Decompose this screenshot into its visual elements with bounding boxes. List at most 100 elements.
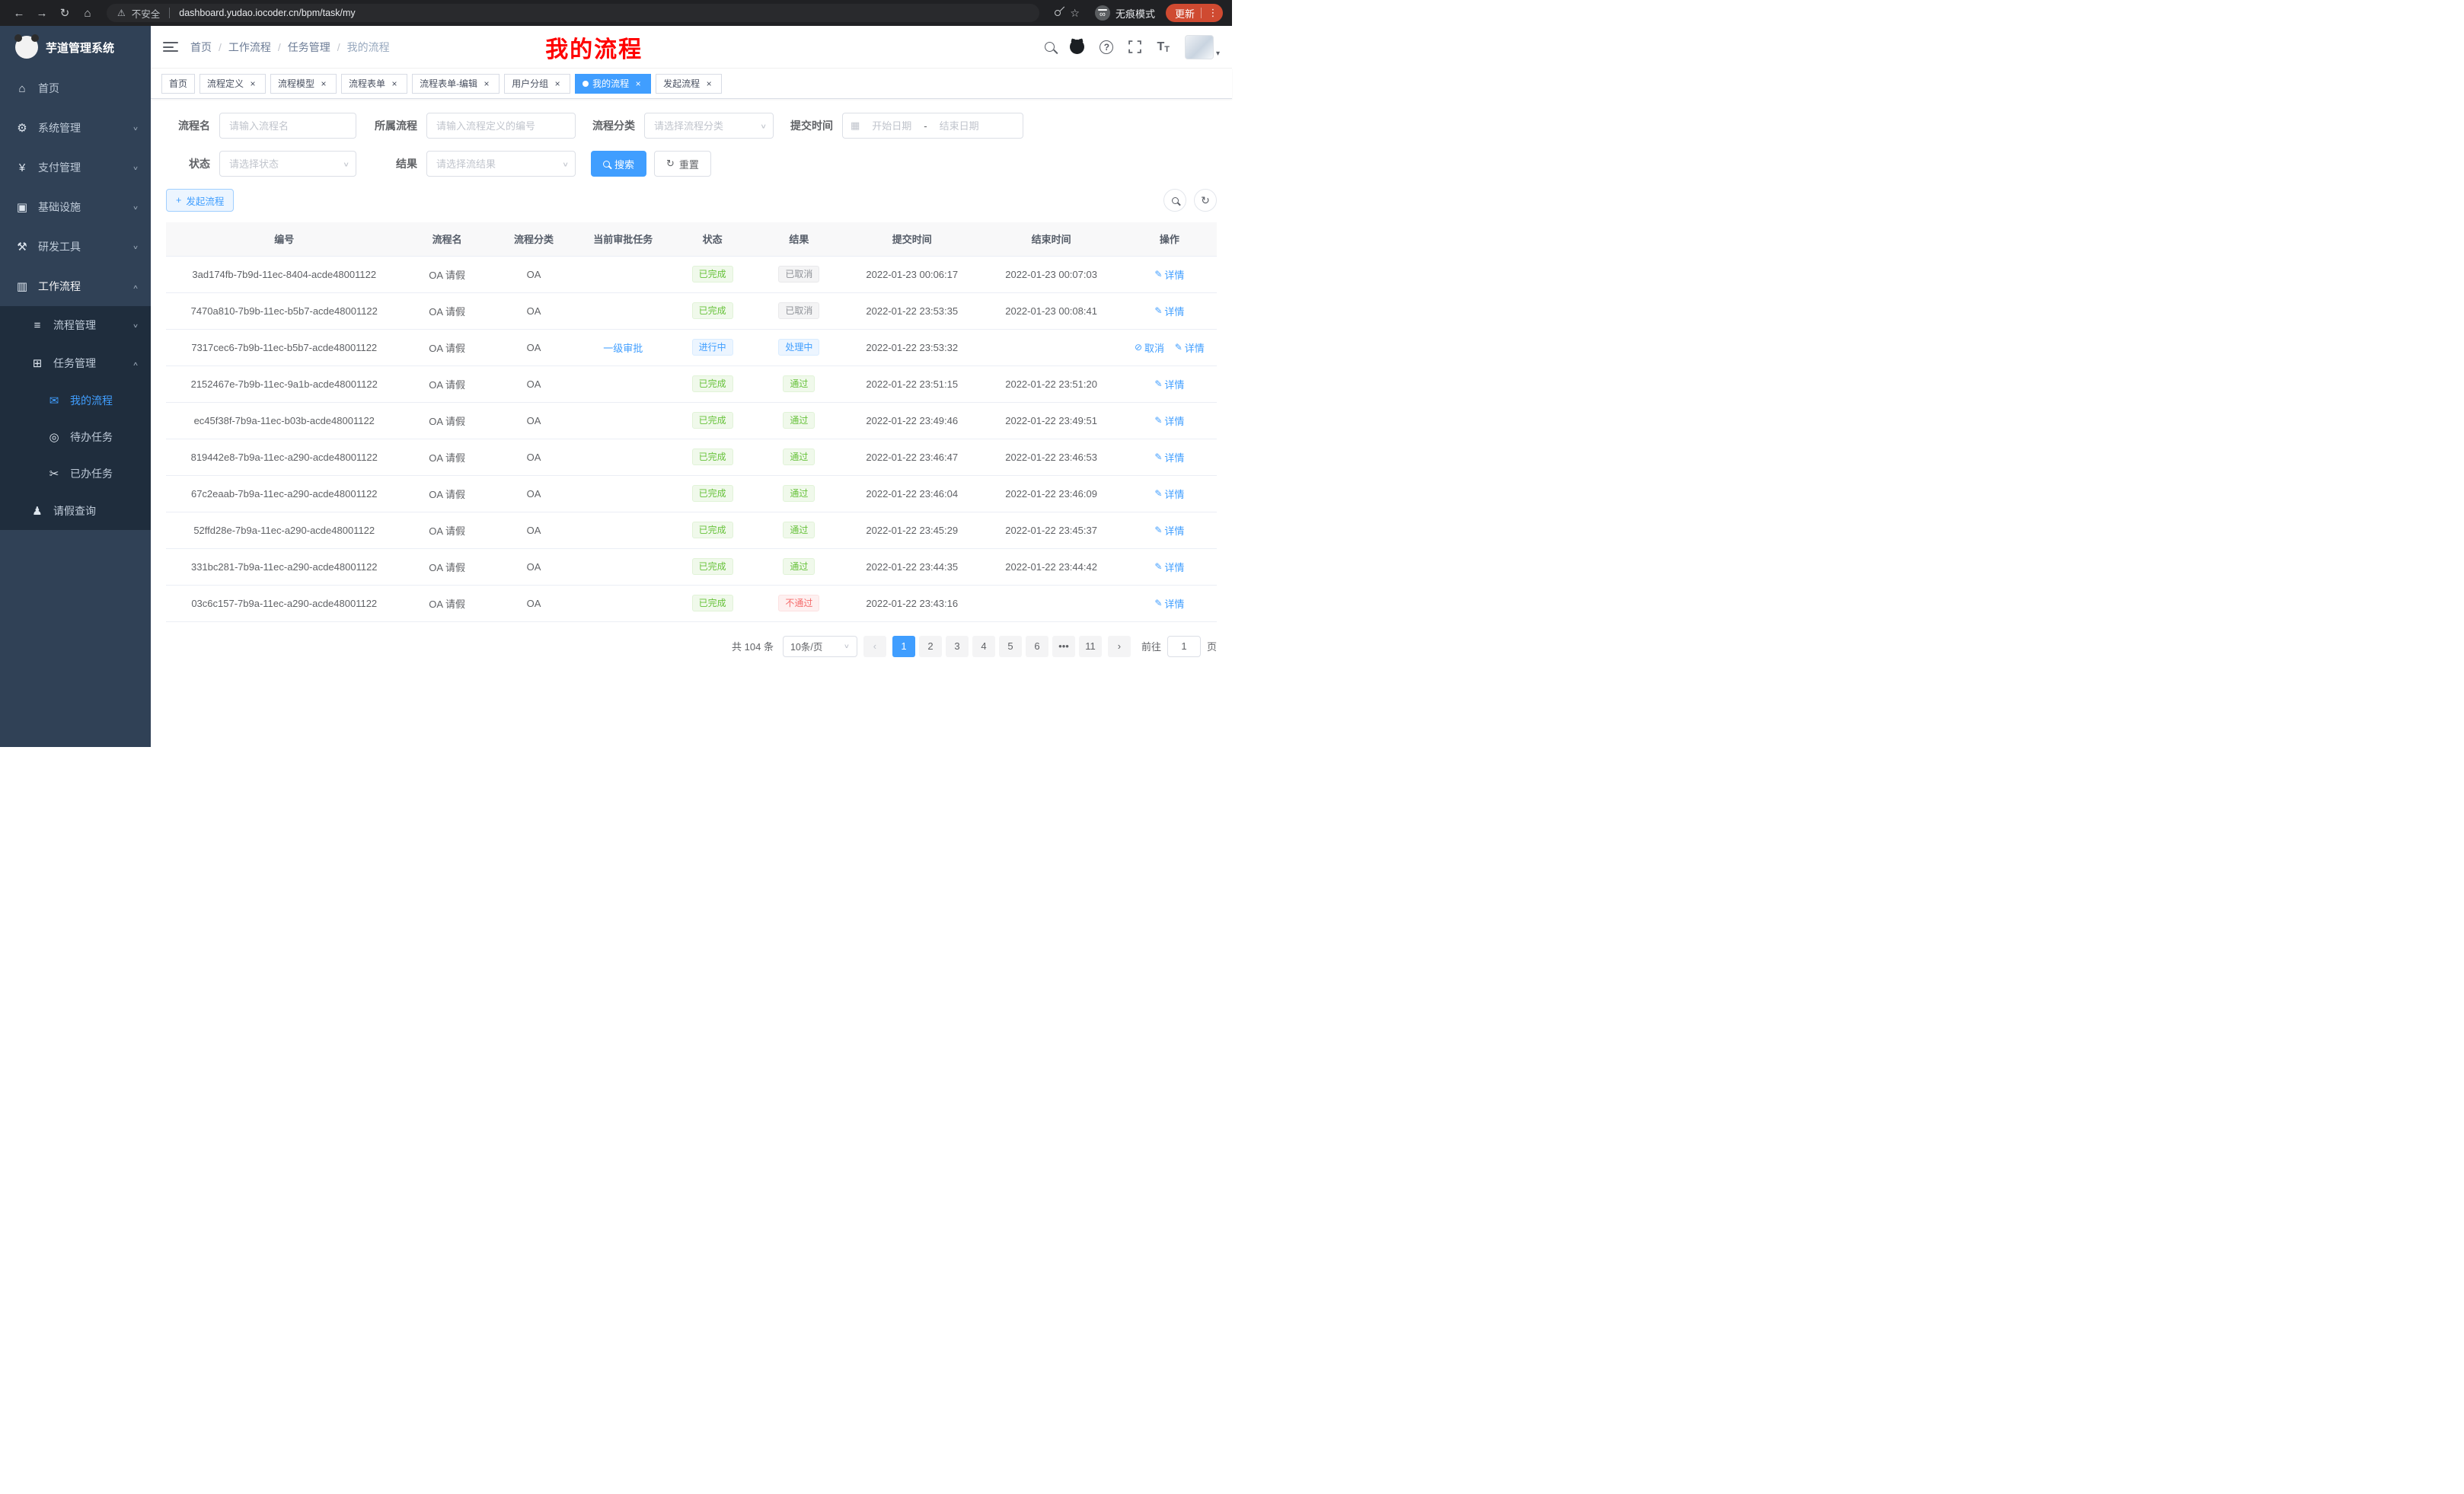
page-size-select[interactable]: 10条/页 ∨	[783, 636, 857, 657]
browser-forward-button[interactable]: →	[32, 3, 52, 23]
browser-menu-icon[interactable]: ⋮	[1208, 7, 1218, 19]
breadcrumb-item[interactable]: 工作流程	[228, 40, 288, 55]
bookmark-star-icon[interactable]: ☆	[1070, 7, 1080, 20]
column-header[interactable]: 提交时间	[844, 222, 980, 256]
page-button[interactable]: 11	[1079, 636, 1102, 657]
breadcrumb-item[interactable]: 我的流程	[347, 40, 390, 55]
result-select-input[interactable]	[426, 151, 576, 177]
page-button[interactable]: •••	[1052, 636, 1075, 657]
tab[interactable]: 流程表单-编辑 ×	[412, 74, 500, 94]
goto-page-input[interactable]	[1167, 636, 1201, 657]
cancel-label: 取消	[1144, 340, 1164, 355]
result-select[interactable]: ∨	[426, 151, 576, 177]
close-icon[interactable]: ×	[704, 78, 714, 89]
sidebar-item-done-tasks[interactable]: ✂ 已办任务	[0, 455, 151, 492]
hamburger-menu-icon[interactable]	[163, 42, 178, 52]
column-header[interactable]: 结果	[755, 222, 844, 256]
search-icon[interactable]	[1045, 42, 1055, 52]
detail-link[interactable]: ✎详情	[1154, 596, 1184, 611]
user-menu[interactable]: ▾	[1185, 35, 1220, 59]
next-page-button[interactable]: ›	[1108, 636, 1131, 657]
browser-refresh-button[interactable]: ↻	[55, 3, 75, 23]
reset-button[interactable]: ↻ 重置	[654, 151, 711, 177]
avatar[interactable]	[1185, 35, 1214, 59]
sidebar-item-task-mgmt[interactable]: ⊞ 任务管理 ∧	[0, 344, 151, 382]
browser-home-button[interactable]: ⌂	[78, 3, 97, 23]
column-header[interactable]: 流程名	[403, 222, 492, 256]
close-icon[interactable]: ×	[552, 78, 563, 89]
detail-link[interactable]: ✎详情	[1154, 267, 1184, 282]
github-icon[interactable]	[1070, 40, 1084, 54]
sidebar-item-system-mgmt[interactable]: ⚙ 系统管理 ∨	[0, 108, 151, 148]
create-process-button[interactable]: + 发起流程	[166, 189, 234, 212]
key-icon[interactable]	[1054, 8, 1062, 17]
close-icon[interactable]: ×	[318, 78, 329, 89]
sidebar-item-dev-tools[interactable]: ⚒ 研发工具 ∨	[0, 227, 151, 267]
submit-time-range[interactable]: ▦ -	[842, 113, 1023, 139]
breadcrumb-item[interactable]: 首页	[190, 40, 228, 55]
page-button[interactable]: 5	[999, 636, 1022, 657]
detail-link[interactable]: ✎详情	[1154, 523, 1184, 538]
tab[interactable]: 流程定义 ×	[199, 74, 266, 94]
column-header[interactable]: 结束时间	[980, 222, 1122, 256]
page-button[interactable]: 2	[919, 636, 942, 657]
process-name-input[interactable]	[219, 113, 356, 139]
detail-link[interactable]: ✎详情	[1154, 450, 1184, 464]
sidebar-item-infrastructure[interactable]: ▣ 基础设施 ∨	[0, 187, 151, 227]
category-select[interactable]: ∨	[644, 113, 774, 139]
column-header[interactable]: 编号	[166, 222, 403, 256]
status-select-input[interactable]	[219, 151, 356, 177]
status-select[interactable]: ∨	[219, 151, 356, 177]
tab[interactable]: 用户分组 ×	[504, 74, 570, 94]
sidebar-item-process-mgmt[interactable]: ≡ 流程管理 ∨	[0, 306, 151, 344]
detail-link[interactable]: ✎详情	[1154, 304, 1184, 318]
search-button[interactable]: 搜索	[591, 151, 646, 177]
category-select-input[interactable]	[644, 113, 774, 139]
column-header[interactable]: 流程分类	[492, 222, 576, 256]
detail-link[interactable]: ✎详情	[1154, 377, 1184, 391]
close-icon[interactable]: ×	[633, 78, 643, 89]
column-header[interactable]: 操作	[1122, 222, 1217, 256]
detail-link[interactable]: ✎详情	[1154, 413, 1184, 428]
sidebar-item-home[interactable]: ⌂ 首页 ∨	[0, 69, 151, 108]
column-header[interactable]: 状态	[670, 222, 754, 256]
total-count: 共 104 条	[732, 639, 774, 653]
tab[interactable]: 首页 ×	[161, 74, 195, 94]
end-date-input[interactable]	[932, 120, 987, 132]
address-bar[interactable]: ⚠ 不安全 dashboard.yudao.iocoder.cn/bpm/tas…	[107, 4, 1039, 22]
refresh-table-button[interactable]: ↻	[1194, 189, 1217, 212]
tab[interactable]: 我的流程 ×	[575, 74, 651, 94]
close-icon[interactable]: ×	[247, 78, 258, 89]
close-icon[interactable]: ×	[481, 78, 492, 89]
start-date-input[interactable]	[864, 120, 919, 132]
tab[interactable]: 流程模型 ×	[270, 74, 337, 94]
sidebar-item-payment-mgmt[interactable]: ¥ 支付管理 ∨	[0, 148, 151, 187]
browser-back-button[interactable]: ←	[9, 3, 29, 23]
detail-link[interactable]: ✎详情	[1154, 560, 1184, 574]
detail-link[interactable]: ✎详情	[1154, 487, 1184, 501]
page-button[interactable]: 6	[1026, 636, 1048, 657]
process-table: 编号流程名流程分类当前审批任务状态结果提交时间结束时间操作 3ad174fb-7…	[166, 222, 1217, 622]
close-icon[interactable]: ×	[389, 78, 400, 89]
process-def-input[interactable]	[426, 113, 576, 139]
page-button[interactable]: 1	[892, 636, 915, 657]
detail-link[interactable]: ✎详情	[1175, 340, 1205, 355]
sidebar-item-leave-query[interactable]: ♟ 请假查询	[0, 492, 151, 530]
cancel-link[interactable]: ⊘取消	[1135, 340, 1164, 355]
tab[interactable]: 流程表单 ×	[341, 74, 407, 94]
fullscreen-icon[interactable]	[1128, 40, 1141, 53]
column-header[interactable]: 当前审批任务	[576, 222, 670, 256]
font-size-icon[interactable]: TT	[1157, 40, 1170, 54]
sidebar-item-todo-tasks[interactable]: ◎ 待办任务	[0, 419, 151, 455]
prev-page-button[interactable]: ‹	[863, 636, 886, 657]
breadcrumb-item[interactable]: 任务管理	[288, 40, 347, 55]
current-task-link[interactable]: 一级审批	[603, 343, 643, 354]
tab[interactable]: 发起流程 ×	[656, 74, 722, 94]
update-button[interactable]: 更新 ⋮	[1166, 4, 1223, 22]
sidebar-item-workflow[interactable]: ▥ 工作流程 ∧	[0, 267, 151, 306]
toggle-search-button[interactable]	[1163, 189, 1186, 212]
sidebar-item-my-process[interactable]: ✉ 我的流程	[0, 382, 151, 419]
page-button[interactable]: 4	[972, 636, 995, 657]
help-icon[interactable]	[1100, 40, 1113, 54]
page-button[interactable]: 3	[946, 636, 969, 657]
